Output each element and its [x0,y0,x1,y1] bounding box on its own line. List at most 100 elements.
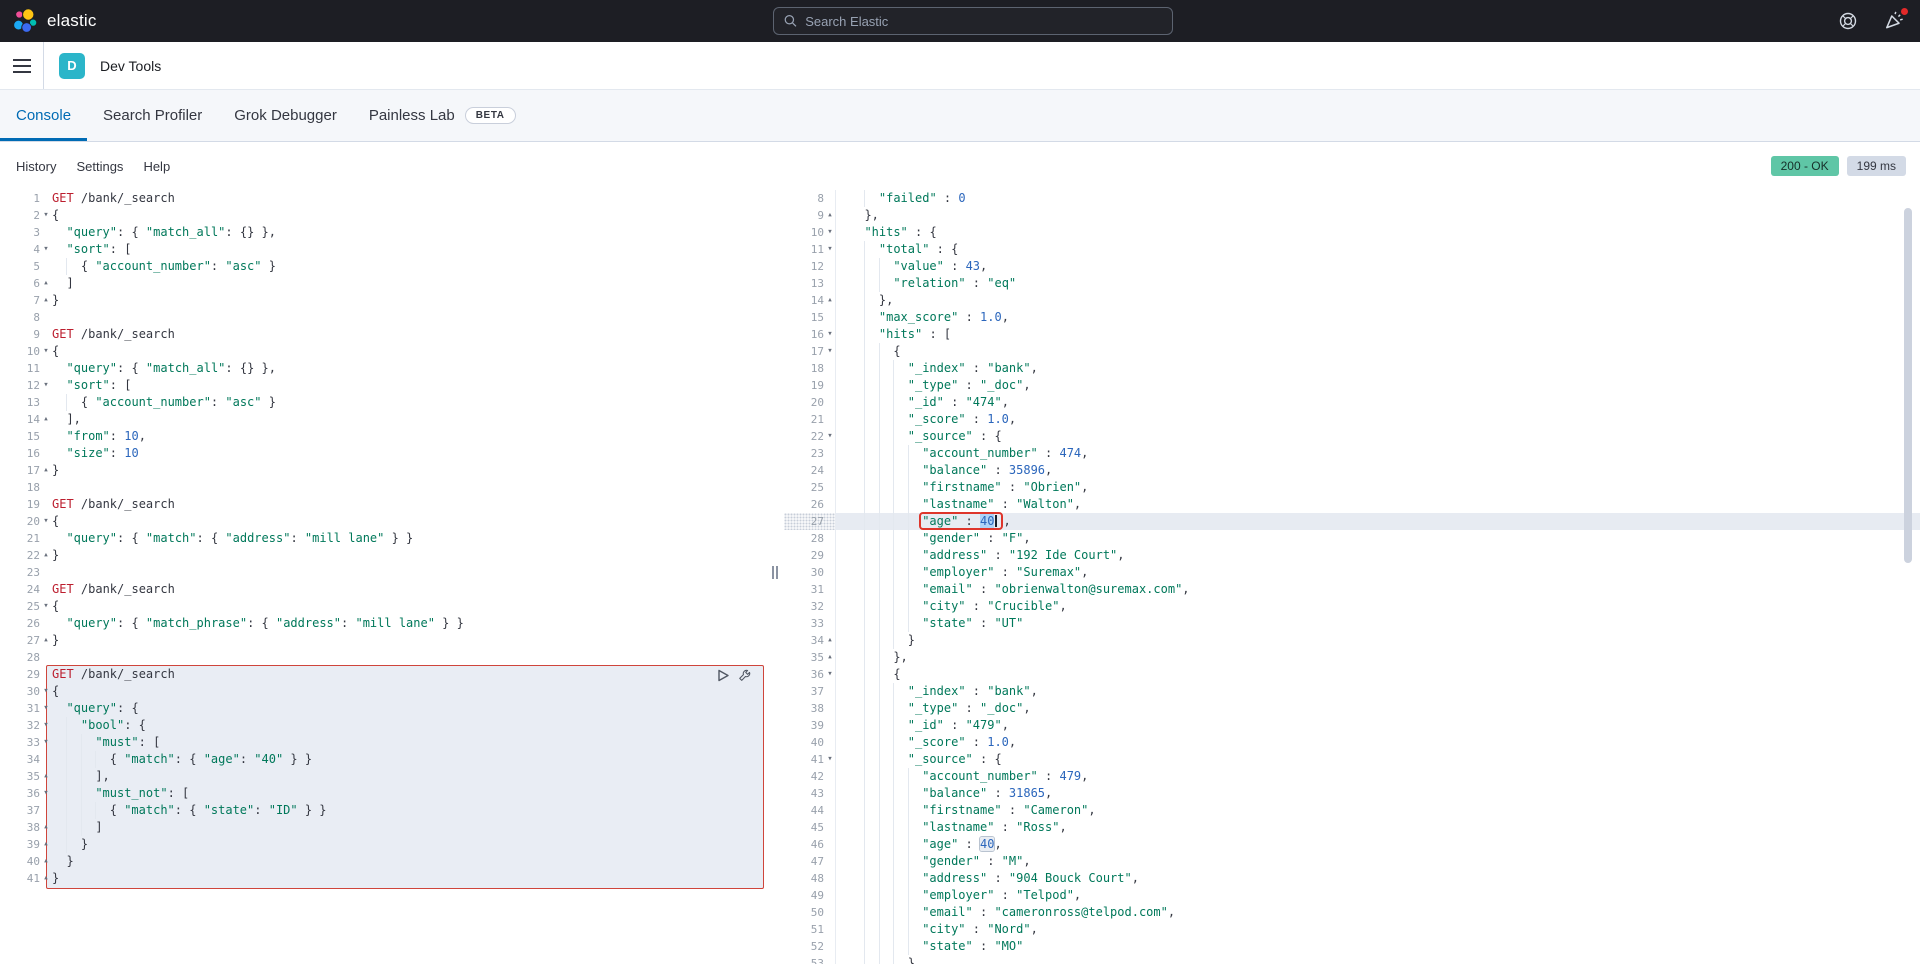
fold-toggle-icon[interactable]: ▾ [40,343,52,360]
fold-toggle-icon[interactable]: ▾ [824,241,836,258]
code-line[interactable]: 33 "state" : "UT" [784,615,1920,632]
code-line[interactable]: 15 "from": 10, [0,428,768,445]
code-line[interactable]: 22▾ "_source" : { [784,428,1920,445]
fold-toggle-icon[interactable]: ▾ [824,666,836,683]
code-line[interactable]: 30 "employer" : "Suremax", [784,564,1920,581]
code-line[interactable]: 27▴} [0,632,768,649]
fold-toggle-icon[interactable]: ▾ [40,207,52,224]
menu-settings[interactable]: Settings [76,159,123,174]
code-line[interactable]: 7▴} [0,292,768,309]
code-line[interactable]: 9GET /bank/_search [0,326,768,343]
code-line[interactable]: 34 { "match": { "age": "40" } } [0,751,768,768]
code-line[interactable]: 23 "account_number" : 474, [784,445,1920,462]
fold-toggle-icon[interactable]: ▾ [824,224,836,241]
code-line[interactable]: 21 "query": { "match": { "address": "mil… [0,530,768,547]
code-line[interactable]: 15 "max_score" : 1.0, [784,309,1920,326]
search-input[interactable] [805,14,1162,29]
fold-toggle-icon[interactable]: ▾ [824,326,836,343]
code-line[interactable]: 40 "_score" : 1.0, [784,734,1920,751]
code-line[interactable]: 24GET /bank/_search [0,581,768,598]
code-line[interactable]: 31▾ "query": { [0,700,768,717]
fold-toggle-icon[interactable]: ▴ [40,870,52,887]
fold-toggle-icon[interactable]: ▴ [40,819,52,836]
code-line[interactable]: 18 "_index" : "bank", [784,360,1920,377]
code-line[interactable]: 41▾ "_source" : { [784,751,1920,768]
code-line[interactable]: 9▴ }, [784,207,1920,224]
code-line[interactable]: 44 "firstname" : "Cameron", [784,802,1920,819]
fold-toggle-icon[interactable]: ▴ [40,275,52,292]
code-line[interactable]: 38 "_type" : "_doc", [784,700,1920,717]
code-line[interactable]: 13 { "account_number": "asc" } [0,394,768,411]
fold-toggle-icon[interactable]: ▴ [824,649,836,666]
code-line[interactable]: 12 "value" : 43, [784,258,1920,275]
code-line[interactable]: 32▾ "bool": { [0,717,768,734]
code-line[interactable]: 2▾{ [0,207,768,224]
fold-toggle-icon[interactable]: ▴ [824,207,836,224]
code-line[interactable]: 46 "age" : 40, [784,836,1920,853]
code-line[interactable]: 53 } [784,955,1920,964]
fold-toggle-icon[interactable]: ▴ [40,836,52,853]
code-line[interactable]: 34▴ } [784,632,1920,649]
code-line[interactable]: 41▴} [0,870,768,887]
code-line[interactable]: 29 "address" : "192 Ide Court", [784,547,1920,564]
code-line[interactable]: 3 "query": { "match_all": {} }, [0,224,768,241]
code-line[interactable]: 5 { "account_number": "asc" } [0,258,768,275]
code-line[interactable]: 8 "failed" : 0 [784,190,1920,207]
tab-painless-lab[interactable]: Painless LabBETA [353,90,532,141]
code-line[interactable]: 14▴ ], [0,411,768,428]
help-button[interactable] [1838,11,1858,31]
code-line[interactable]: 13 "relation" : "eq" [784,275,1920,292]
fold-toggle-icon[interactable]: ▾ [40,241,52,258]
code-line[interactable]: 52 "state" : "MO" [784,938,1920,955]
elastic-logo[interactable]: elastic [0,8,97,34]
fold-toggle-icon[interactable]: ▾ [40,377,52,394]
code-line[interactable]: 17▾ { [784,343,1920,360]
code-line[interactable]: 10▾{ [0,343,768,360]
code-line[interactable]: 6▴ ] [0,275,768,292]
code-line[interactable]: 27 "age" : 40, [784,513,1920,530]
fold-toggle-icon[interactable]: ▴ [824,632,836,649]
fold-toggle-icon[interactable]: ▾ [824,751,836,768]
tab-console[interactable]: Console [0,90,87,141]
code-line[interactable]: 14▴ }, [784,292,1920,309]
code-line[interactable]: 11▾ "total" : { [784,241,1920,258]
code-line[interactable]: 16▾ "hits" : [ [784,326,1920,343]
code-line[interactable]: 8 [0,309,768,326]
code-line[interactable]: 24 "balance" : 35896, [784,462,1920,479]
code-line[interactable]: 20▾{ [0,513,768,530]
menu-button[interactable] [0,42,44,89]
fold-toggle-icon[interactable]: ▾ [824,428,836,445]
code-line[interactable]: 45 "lastname" : "Ross", [784,819,1920,836]
menu-history[interactable]: History [16,159,56,174]
code-line[interactable]: 12▾ "sort": [ [0,377,768,394]
code-line[interactable]: 10▾ "hits" : { [784,224,1920,241]
code-line[interactable]: 36▾ "must_not": [ [0,785,768,802]
fold-toggle-icon[interactable]: ▴ [40,292,52,309]
fold-toggle-icon[interactable]: ▴ [40,462,52,479]
fold-toggle-icon[interactable]: ▴ [40,411,52,428]
tab-grok-debugger[interactable]: Grok Debugger [218,90,353,141]
code-line[interactable]: 36▾ { [784,666,1920,683]
code-line[interactable]: 25 "firstname" : "Obrien", [784,479,1920,496]
code-line[interactable]: 21 "_score" : 1.0, [784,411,1920,428]
fold-toggle-icon[interactable]: ▾ [40,734,52,751]
code-line[interactable]: 37 { "match": { "state": "ID" } } [0,802,768,819]
code-line[interactable]: 39▴ } [0,836,768,853]
pane-resizer[interactable] [768,190,784,964]
code-line[interactable]: 40▴ } [0,853,768,870]
code-line[interactable]: 39 "_id" : "479", [784,717,1920,734]
code-line[interactable]: 29GET /bank/_search [0,666,768,683]
code-line[interactable]: 35▴ ], [0,768,768,785]
code-line[interactable]: 48 "address" : "904 Bouck Court", [784,870,1920,887]
code-line[interactable]: 47 "gender" : "M", [784,853,1920,870]
code-line[interactable]: 25▾{ [0,598,768,615]
code-line[interactable]: 51 "city" : "Nord", [784,921,1920,938]
code-line[interactable]: 28 "gender" : "F", [784,530,1920,547]
request-editor[interactable]: 1GET /bank/_search2▾{3 "query": { "match… [0,190,768,964]
code-line[interactable]: 30▾{ [0,683,768,700]
code-line[interactable]: 49 "employer" : "Telpod", [784,887,1920,904]
code-line[interactable]: 11 "query": { "match_all": {} }, [0,360,768,377]
code-line[interactable]: 37 "_index" : "bank", [784,683,1920,700]
fold-toggle-icon[interactable]: ▴ [40,547,52,564]
code-line[interactable]: 20 "_id" : "474", [784,394,1920,411]
